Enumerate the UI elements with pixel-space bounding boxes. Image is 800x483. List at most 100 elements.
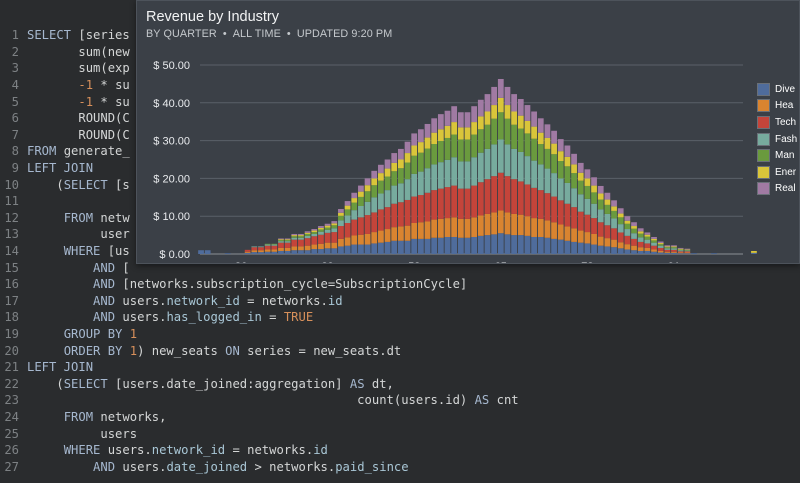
legend-item[interactable]: Tech — [757, 114, 800, 131]
bar-segment-fash[interactable] — [411, 173, 418, 197]
bar-segment-real[interactable] — [311, 229, 318, 231]
bar-segment-tech[interactable] — [244, 249, 251, 252]
bar-segment-ener[interactable] — [631, 226, 637, 229]
bar-segment-tech[interactable] — [378, 209, 384, 231]
bar-segment-dive[interactable] — [258, 252, 264, 254]
bar-segment-man[interactable] — [597, 199, 604, 210]
bar-segment-hea[interactable] — [324, 242, 331, 249]
bar-segment-ener[interactable] — [624, 220, 631, 224]
bar-segment-dive[interactable] — [417, 238, 424, 254]
bar-segment-dive[interactable] — [617, 248, 624, 254]
bar-segment-man[interactable] — [324, 227, 331, 230]
bar-segment-hea[interactable] — [404, 225, 411, 241]
bar-segment-man[interactable] — [517, 128, 524, 152]
bar-segment-hea[interactable] — [611, 239, 617, 248]
bar-segment-tech[interactable] — [657, 247, 664, 251]
bar-segment-fash[interactable] — [457, 161, 464, 189]
bar-segment-tech[interactable] — [417, 195, 424, 223]
bar-segment-ener[interactable] — [664, 246, 671, 248]
bar-segment-dive[interactable] — [291, 250, 298, 254]
bar-segment-real[interactable] — [571, 153, 577, 165]
bar-segment-ener[interactable] — [384, 168, 391, 177]
bar-segment-fash[interactable] — [291, 237, 298, 240]
bar-segment-fash[interactable] — [331, 228, 338, 233]
bar-segment-man[interactable] — [651, 240, 657, 243]
bar-segment-man[interactable] — [544, 148, 551, 169]
bar-segment-fash[interactable] — [484, 148, 491, 180]
bar-segment-ener[interactable] — [644, 234, 651, 237]
bar-segment-man[interactable] — [477, 129, 484, 153]
bar-segment-man[interactable] — [311, 232, 318, 234]
bar-segment-man[interactable] — [617, 217, 624, 225]
bar-segment-hea[interactable] — [551, 222, 557, 239]
bar-segment-ener[interactable] — [358, 191, 364, 197]
bar-segment-fash[interactable] — [491, 144, 498, 177]
bar-segment-real[interactable] — [378, 164, 384, 174]
bar-segment-ener[interactable] — [617, 213, 624, 218]
bar-segment-man[interactable] — [431, 144, 438, 165]
bar-segment-tech[interactable] — [617, 232, 624, 243]
bar-segment-real[interactable] — [551, 130, 557, 144]
bar-segment-tech[interactable] — [431, 190, 438, 220]
bar-segment-fash[interactable] — [391, 185, 398, 204]
bar-segment-man[interactable] — [497, 112, 504, 140]
bar-segment-fash[interactable] — [258, 246, 264, 248]
bar-segment-dive[interactable] — [371, 243, 378, 254]
bar-segment-hea[interactable] — [284, 247, 291, 251]
bar-segment-ener[interactable] — [584, 178, 591, 186]
bar-segment-man[interactable] — [358, 196, 364, 206]
bar-segment-hea[interactable] — [664, 251, 671, 253]
bar-segment-hea[interactable] — [591, 233, 597, 245]
bar-segment-dive[interactable] — [338, 246, 344, 254]
bar-segment-dive[interactable] — [531, 236, 537, 254]
bar-segment-man[interactable] — [524, 133, 531, 157]
bar-segment-tech[interactable] — [411, 196, 418, 223]
bar-segment-dive[interactable] — [424, 238, 431, 254]
bar-segment-fash[interactable] — [284, 241, 291, 243]
bar-segment-tech[interactable] — [684, 251, 691, 253]
bar-segment-man[interactable] — [464, 139, 471, 162]
bar-segment-ener[interactable] — [524, 120, 531, 134]
bar-segment-ener[interactable] — [338, 212, 344, 216]
bar-segment-tech[interactable] — [471, 185, 478, 218]
bar-segment-hea[interactable] — [584, 232, 591, 244]
bar-segment-fash[interactable] — [564, 182, 571, 204]
bar-segment-ener[interactable] — [564, 156, 571, 167]
bar-segment-fash[interactable] — [298, 237, 304, 240]
bar-segment-hea[interactable] — [677, 252, 684, 254]
bar-segment-hea[interactable] — [264, 249, 271, 252]
bar-segment-real[interactable] — [677, 247, 684, 249]
bar-segment-hea[interactable] — [644, 247, 651, 251]
bar-segment-fash[interactable] — [378, 193, 384, 210]
bar-segment-dive[interactable] — [304, 250, 311, 254]
bar-segment-dive[interactable] — [657, 252, 664, 254]
bar-segment-hea[interactable] — [597, 236, 604, 246]
bar-segment-hea[interactable] — [531, 218, 537, 237]
bar-segment-hea[interactable] — [517, 214, 524, 236]
bar-segment-real[interactable] — [371, 170, 378, 179]
bar-segment-dive[interactable] — [351, 244, 358, 254]
bar-segment-man[interactable] — [557, 161, 564, 179]
bar-segment-dive[interactable] — [591, 244, 597, 254]
bar-segment-ener[interactable] — [751, 250, 757, 253]
bar-segment-dive[interactable] — [524, 235, 531, 254]
bar-segment-real[interactable] — [644, 232, 651, 235]
bar-segment-real[interactable] — [471, 106, 478, 123]
bar-segment-fash[interactable] — [577, 194, 584, 212]
bar-segment-fash[interactable] — [504, 144, 511, 177]
bar-segment-tech[interactable] — [604, 225, 611, 239]
bar-segment-ener[interactable] — [651, 238, 657, 241]
bar-segment-tech[interactable] — [537, 190, 544, 219]
bar-segment-real[interactable] — [398, 148, 404, 160]
bar-segment-real[interactable] — [431, 118, 438, 133]
bar-segment-fash[interactable] — [451, 157, 458, 186]
bar-segment-real[interactable] — [484, 94, 491, 112]
bar-segment-hea[interactable] — [424, 221, 431, 239]
bar-segment-fash[interactable] — [584, 198, 591, 215]
bar-segment-hea[interactable] — [384, 229, 391, 242]
bar-segment-hea[interactable] — [351, 235, 358, 245]
bar-segment-hea[interactable] — [371, 232, 378, 244]
bar-segment-fash[interactable] — [398, 183, 404, 203]
bar-segment-real[interactable] — [671, 245, 677, 247]
bar-segment-ener[interactable] — [324, 225, 331, 228]
